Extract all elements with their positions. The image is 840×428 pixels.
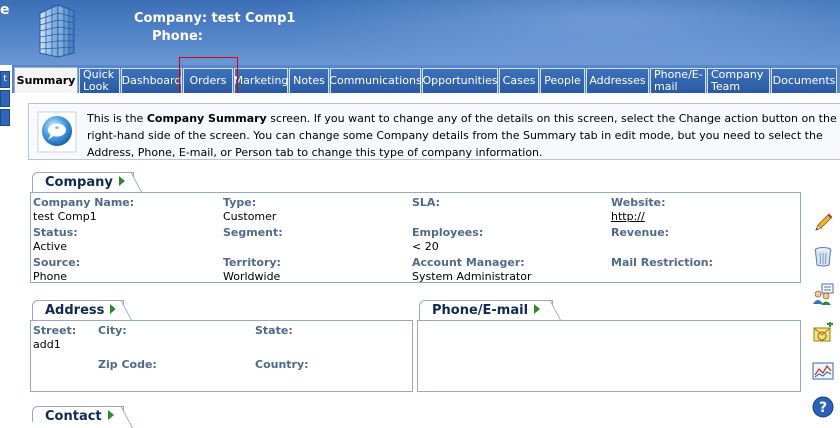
address-panel-title: Address [45, 303, 105, 318]
expand-arrow-icon [534, 304, 541, 314]
edge-glyph: e [0, 2, 10, 18]
status-value: Active [33, 240, 68, 253]
source-label: Source: [33, 256, 81, 269]
svg-text:?: ? [819, 400, 827, 416]
tab-dashboard[interactable]: Dashboard [121, 68, 182, 93]
pencil-icon[interactable] [812, 212, 834, 234]
tab-company-team-label: Company Team [711, 69, 763, 93]
account-manager-label: Account Manager: [412, 256, 525, 269]
tab-people[interactable]: People [540, 68, 585, 93]
phone-email-panel [417, 320, 801, 392]
info-text-pre: This is the [87, 112, 147, 125]
company-panel-tab[interactable]: Company [32, 172, 134, 192]
rail-button-3[interactable] [0, 109, 10, 126]
tab-notes[interactable]: Notes [289, 68, 329, 93]
type-label: Type: [223, 196, 257, 209]
website-label: Website: [611, 196, 666, 209]
tab-documents[interactable]: Documents [771, 68, 837, 93]
info-text-bold: Company Summary [146, 112, 267, 125]
expand-arrow-icon [107, 410, 114, 420]
type-value: Customer [223, 210, 277, 223]
tab-bar: Summary Quick Look Dashboard Orders Mark… [12, 65, 840, 93]
employees-value: < 20 [412, 240, 439, 253]
app-header: e Company: test Comp1 Phone: [0, 0, 840, 65]
building-icon [39, 4, 75, 58]
territory-value: Worldwide [223, 270, 281, 283]
tab-phone-email-line2: mail [654, 80, 678, 93]
source-value: Phone [33, 270, 68, 283]
company-phone-header: Phone: [152, 29, 203, 44]
header-sheen [260, 0, 840, 65]
mail-restriction-label: Mail Restriction: [611, 256, 714, 269]
city-label: City: [98, 324, 127, 337]
address-panel: Street: add1 City: State: Zip Code: Coun… [30, 320, 413, 392]
info-text: This is the Company Summary screen. If y… [87, 110, 840, 161]
chart-icon[interactable] [812, 360, 834, 382]
tab-communications[interactable]: Communications [329, 68, 422, 93]
people-list-icon[interactable] [812, 283, 834, 305]
sla-label: SLA: [412, 196, 441, 209]
tab-marketing[interactable]: Marketing [234, 68, 288, 93]
company-panel-title: Company [45, 175, 113, 190]
company-panel: Company Name: test Comp1 Type: Customer … [30, 192, 801, 283]
tab-company-team-line2: Team [711, 80, 741, 93]
tab-phone-email-label: Phone/E- mail [654, 69, 703, 93]
street-label: Street: [33, 324, 77, 337]
phone-email-panel-title: Phone/E-mail [432, 303, 529, 318]
speech-bubble-icon: " [37, 111, 77, 153]
tab-opportunities[interactable]: Opportunities [422, 68, 498, 93]
tab-summary[interactable]: Summary [14, 67, 78, 93]
help-icon[interactable]: ? [812, 396, 834, 418]
employees-label: Employees: [412, 226, 484, 239]
trash-icon[interactable] [812, 245, 834, 267]
country-label: Country: [255, 358, 309, 371]
tab-quick-look[interactable]: Quick Look [79, 68, 120, 93]
rail-button-2[interactable] [0, 90, 10, 107]
street-value: add1 [33, 338, 61, 351]
tab-addresses[interactable]: Addresses [586, 68, 649, 93]
tab-cases[interactable]: Cases [499, 68, 539, 93]
tab-company-team[interactable]: Company Team [707, 68, 770, 93]
status-label: Status: [33, 226, 78, 239]
tab-orders[interactable]: Orders [183, 68, 233, 93]
contact-panel-tab[interactable]: Contact [32, 406, 124, 424]
phone-email-panel-tab[interactable]: Phone/E-mail [419, 300, 553, 320]
tab-phone-email[interactable]: Phone/E- mail [650, 68, 706, 93]
tab-quick-look-label: Quick Look [83, 69, 114, 93]
account-manager-value: System Administrator [412, 270, 532, 283]
expand-arrow-icon [118, 176, 125, 186]
revenue-label: Revenue: [611, 226, 670, 239]
website-link[interactable]: http:// [611, 210, 645, 223]
territory-label: Territory: [223, 256, 281, 269]
main-content: " This is the Company Summary screen. If… [12, 93, 840, 424]
contact-panel-title: Contact [45, 409, 102, 424]
company-name-header: Company: test Comp1 [134, 11, 296, 26]
svg-text:": " [55, 126, 59, 136]
info-box: " This is the Company Summary screen. If… [28, 103, 840, 160]
company-name-label: Company Name: [33, 196, 135, 209]
state-label: State: [255, 324, 293, 337]
segment-label: Segment: [223, 226, 283, 239]
rail-button-1[interactable]: t [0, 71, 10, 88]
zip-code-label: Zip Code: [98, 358, 157, 371]
tab-quick-look-line2: Look [83, 80, 109, 93]
address-panel-tab[interactable]: Address [32, 300, 124, 320]
expand-arrow-icon [110, 304, 117, 314]
email-add-icon[interactable] [812, 322, 834, 344]
company-name-value: test Comp1 [33, 210, 97, 223]
left-rail: t [0, 65, 12, 421]
